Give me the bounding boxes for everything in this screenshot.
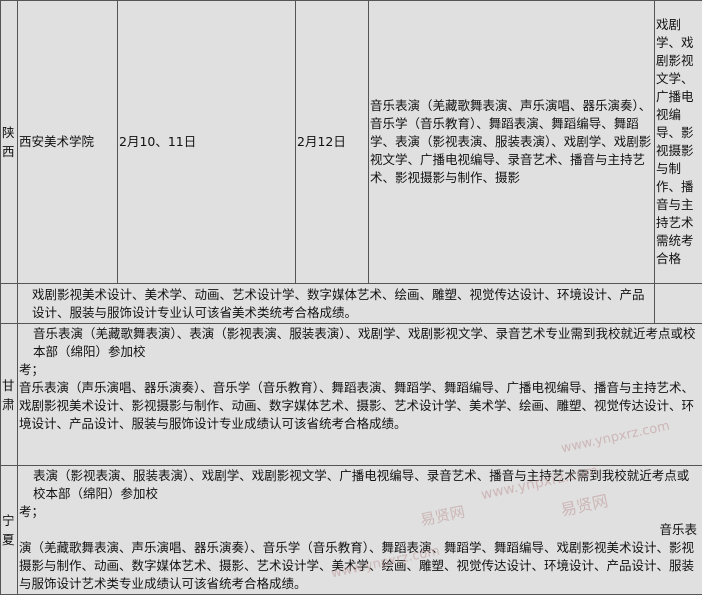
exam-date-2: 2月12日 (296, 1, 369, 284)
text-ningxia: 表演（影视表演、服装表演）、戏剧学、戏剧影视文学、广播电视编导、录音艺术、播音与… (18, 466, 702, 595)
row-gansu: 甘肃 音乐表演（羌藏歌舞表演）、表演（影视表演、服装表演）、戏剧学、戏剧影视文学… (1, 324, 702, 466)
ningxia-line-3: 音乐表 (19, 521, 701, 539)
gansu-line-2: 考； (19, 361, 701, 379)
province-shaanxi: 陕西 (1, 1, 18, 284)
gansu-line-3: 音乐表演（声乐演唱、器乐演奏）、音乐学（音乐教育）、舞蹈表演、舞蹈学、舞蹈编导、… (19, 379, 701, 433)
row-shaanxi-art: 戏剧影视美术设计、美术学、动画、艺术设计学、数字媒体艺术、绘画、雕塑、视觉传达设… (1, 284, 702, 324)
province-ningxia: 宁夏 (1, 466, 18, 595)
school-name: 西安美术学院 (18, 1, 118, 284)
gansu-line-1: 音乐表演（羌藏歌舞表演）、表演（影视表演、服装表演）、戏剧学、戏剧影视文学、录音… (19, 325, 701, 361)
exam-dates: 2月10、11日 (118, 1, 296, 284)
admissions-table: 陕西 西安美术学院 2月10、11日 2月12日 音乐表演（羌藏歌舞表演、声乐演… (0, 0, 702, 595)
note-blank (655, 284, 702, 324)
province-blank (1, 284, 18, 324)
ningxia-line-2: 考； (19, 503, 701, 521)
row-ningxia: 宁夏 表演（影视表演、服装表演）、戏剧学、戏剧影视文学、广播电视编导、录音艺术、… (1, 466, 702, 595)
ningxia-line-4: 演（羌藏歌舞表演、声乐演唱、器乐演奏）、音乐学（音乐教育）、舞蹈表演、舞蹈学、舞… (19, 539, 701, 593)
majors-shaanxi: 音乐表演（羌藏歌舞表演、声乐演唱、器乐演奏）、音乐学（音乐教育）、舞蹈表演、舞蹈… (369, 1, 655, 284)
row-shaanxi: 陕西 西安美术学院 2月10、11日 2月12日 音乐表演（羌藏歌舞表演、声乐演… (1, 1, 702, 284)
art-majors-shaanxi: 戏剧影视美术设计、美术学、动画、艺术设计学、数字媒体艺术、绘画、雕塑、视觉传达设… (18, 284, 655, 324)
text-gansu: 音乐表演（羌藏歌舞表演）、表演（影视表演、服装表演）、戏剧学、戏剧影视文学、录音… (18, 324, 702, 466)
ningxia-line-1: 表演（影视表演、服装表演）、戏剧学、戏剧影视文学、广播电视编导、录音艺术、播音与… (19, 467, 701, 503)
note-shaanxi: 戏剧学、戏剧影视文学、广播电视编导、影视摄影与制作、播音与主持艺术需统考合格 (655, 1, 702, 284)
province-gansu: 甘肃 (1, 324, 18, 466)
